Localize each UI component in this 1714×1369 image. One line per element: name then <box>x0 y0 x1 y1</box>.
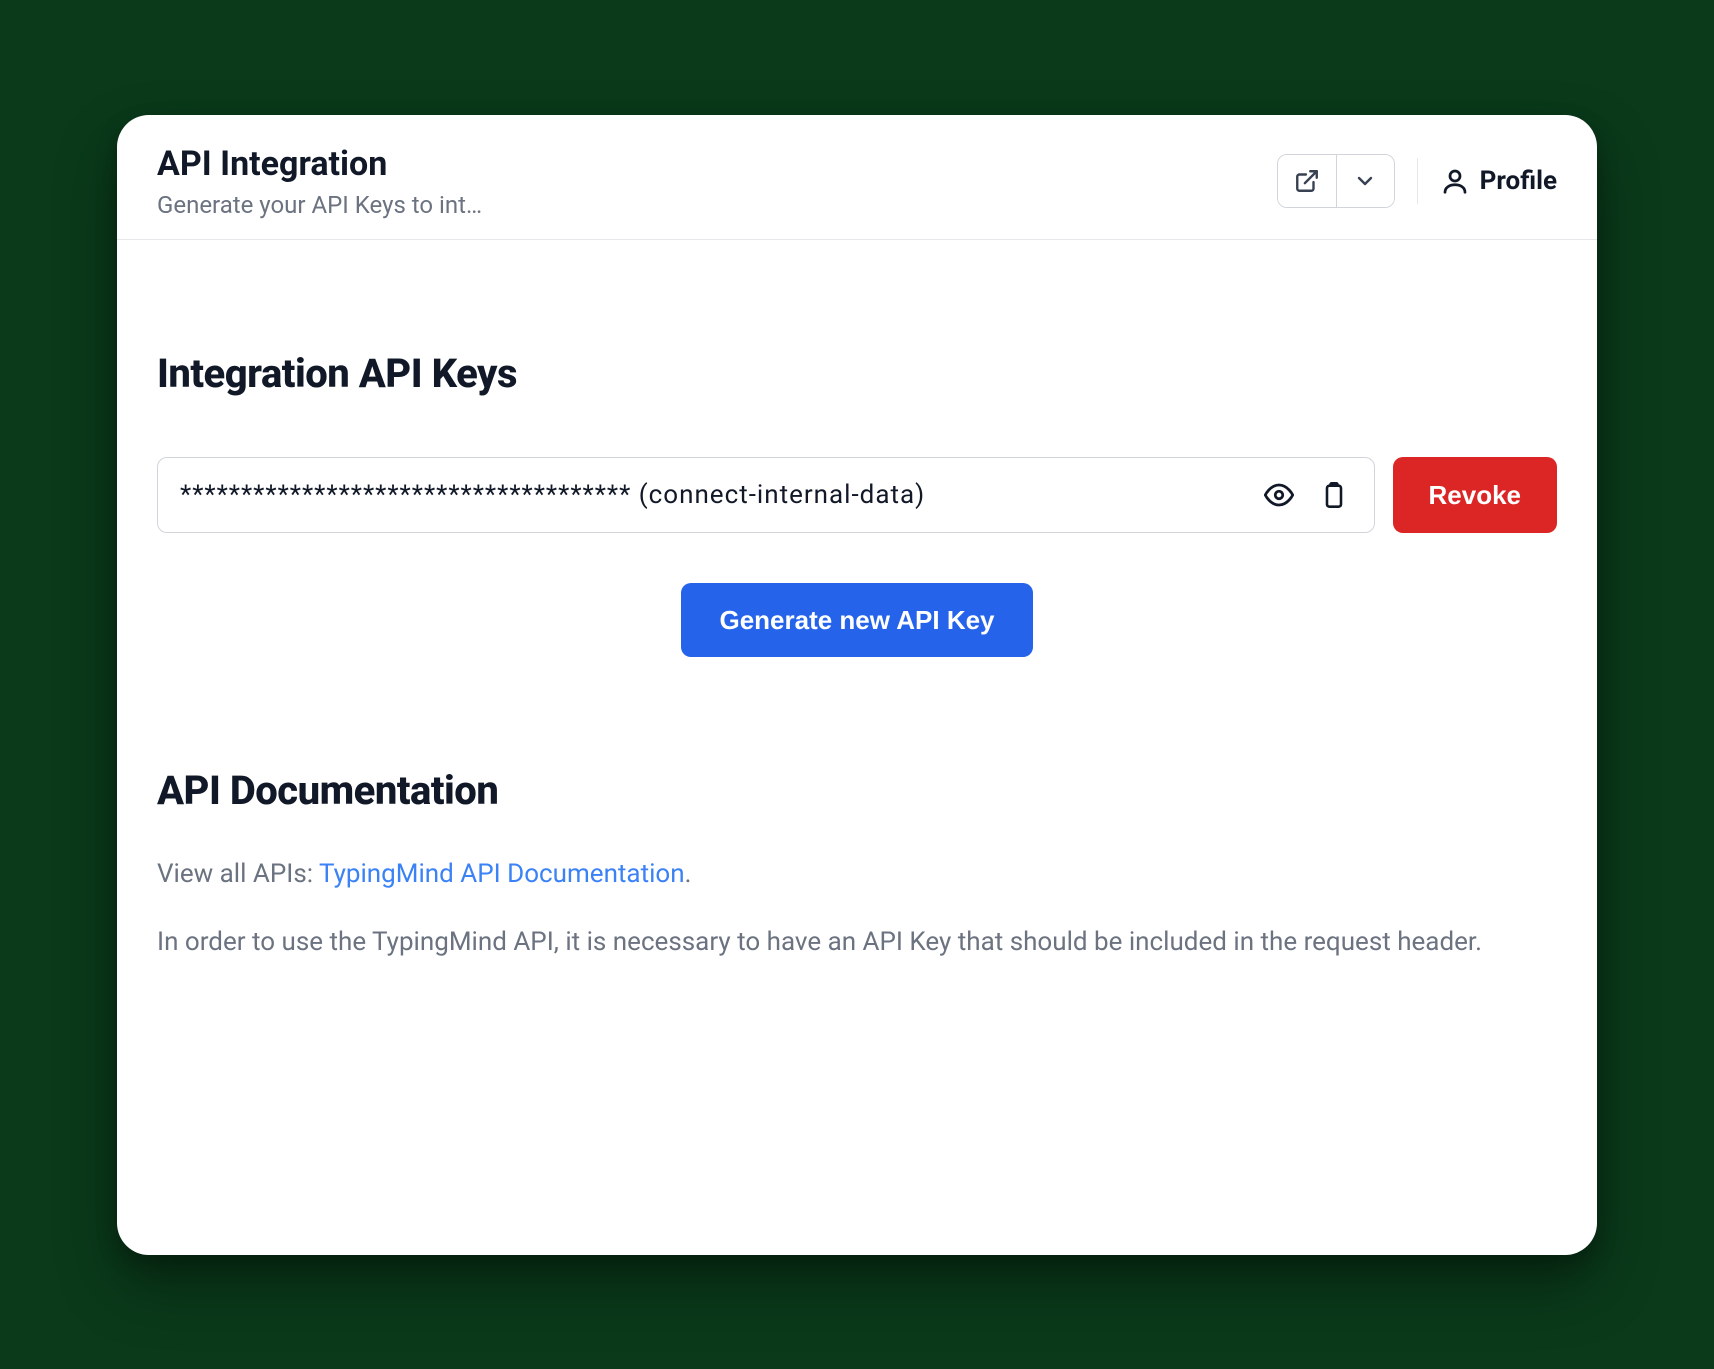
copy-key-button[interactable] <box>1316 477 1352 513</box>
api-keys-heading: Integration API Keys <box>157 350 1557 397</box>
header-dropdown-button[interactable] <box>1336 155 1394 207</box>
docs-body: In order to use the TypingMind API, it i… <box>157 922 1557 962</box>
eye-icon <box>1264 480 1294 510</box>
profile-menu[interactable]: Profile <box>1440 166 1557 196</box>
app-window: API Integration Generate your API Keys t… <box>117 115 1597 1255</box>
profile-label: Profile <box>1480 166 1557 196</box>
header-divider <box>1417 158 1418 204</box>
header-left: API Integration Generate your API Keys t… <box>157 143 482 220</box>
page-subtitle: Generate your API Keys to int… <box>157 191 482 219</box>
api-key-row: ************************************* (c… <box>157 457 1557 533</box>
page-header: API Integration Generate your API Keys t… <box>117 115 1597 241</box>
api-key-value: ************************************* (c… <box>180 480 1242 510</box>
docs-intro-line: View all APIs: TypingMind API Documentat… <box>157 854 1557 894</box>
docs-link[interactable]: TypingMind API Documentation <box>319 859 685 889</box>
clipboard-icon <box>1320 481 1348 509</box>
main-content: Integration API Keys *******************… <box>117 240 1597 1255</box>
api-key-box: ************************************* (c… <box>157 457 1375 533</box>
open-external-button[interactable] <box>1278 155 1336 207</box>
chevron-down-icon <box>1353 169 1377 193</box>
header-right: Profile <box>1277 154 1557 208</box>
header-button-group <box>1277 154 1395 208</box>
reveal-key-button[interactable] <box>1260 476 1298 514</box>
external-link-icon <box>1294 168 1320 194</box>
generate-key-button[interactable]: Generate new API Key <box>681 583 1032 657</box>
api-docs-heading: API Documentation <box>157 767 1557 814</box>
revoke-button[interactable]: Revoke <box>1393 457 1558 533</box>
generate-row: Generate new API Key <box>157 583 1557 657</box>
docs-intro-prefix: View all APIs: <box>157 859 319 889</box>
docs-intro-suffix: . <box>685 859 692 889</box>
user-icon <box>1440 166 1470 196</box>
page-title: API Integration <box>157 143 482 186</box>
